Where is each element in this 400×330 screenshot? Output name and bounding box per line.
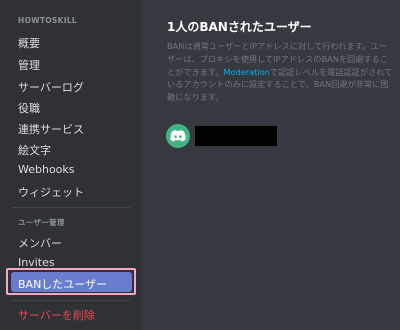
banned-user-avatar[interactable] — [166, 124, 190, 148]
sidebar-item-overview[interactable]: 概要 — [18, 35, 40, 51]
moderation-link[interactable]: Moderation — [224, 67, 270, 77]
bans-panel: 1人のBANされたユーザー BANは通常ユーザーとIPアドレスに対して行われます… — [142, 0, 400, 330]
sidebar-divider-2 — [12, 300, 130, 301]
page-title: 1人のBANされたユーザー — [167, 20, 312, 34]
user-management-header: ユーザー管理 — [18, 218, 65, 227]
sidebar-item-audit-log[interactable]: サーバーログ — [18, 79, 84, 95]
discord-logo-icon — [170, 130, 186, 142]
sidebar-item-webhooks[interactable]: Webhooks — [18, 163, 75, 176]
sidebar-item-moderation[interactable]: 管理 — [18, 57, 40, 73]
banned-user-name-redacted — [195, 126, 277, 146]
settings-sidebar: HOWTOSKILL 概要 管理 サーバーログ 役職 連携サービス 絵文字 We… — [0, 0, 142, 330]
sidebar-item-members[interactable]: メンバー — [18, 235, 62, 251]
server-name-header: HOWTOSKILL — [18, 16, 77, 25]
sidebar-item-bans-label: BANしたユーザー — [18, 278, 108, 291]
sidebar-item-emoji[interactable]: 絵文字 — [18, 142, 51, 158]
delete-server-button[interactable]: サーバーを削除 — [18, 307, 95, 323]
sidebar-item-widget[interactable]: ウィジェット — [18, 184, 84, 200]
sidebar-divider — [12, 207, 130, 208]
sidebar-item-roles[interactable]: 役職 — [18, 100, 40, 116]
bans-description: BANは通常ユーザーとIPアドレスに対して行われます。ユーザーは、プロキシを使用… — [167, 40, 393, 104]
sidebar-item-integrations[interactable]: 連携サービス — [18, 121, 84, 137]
